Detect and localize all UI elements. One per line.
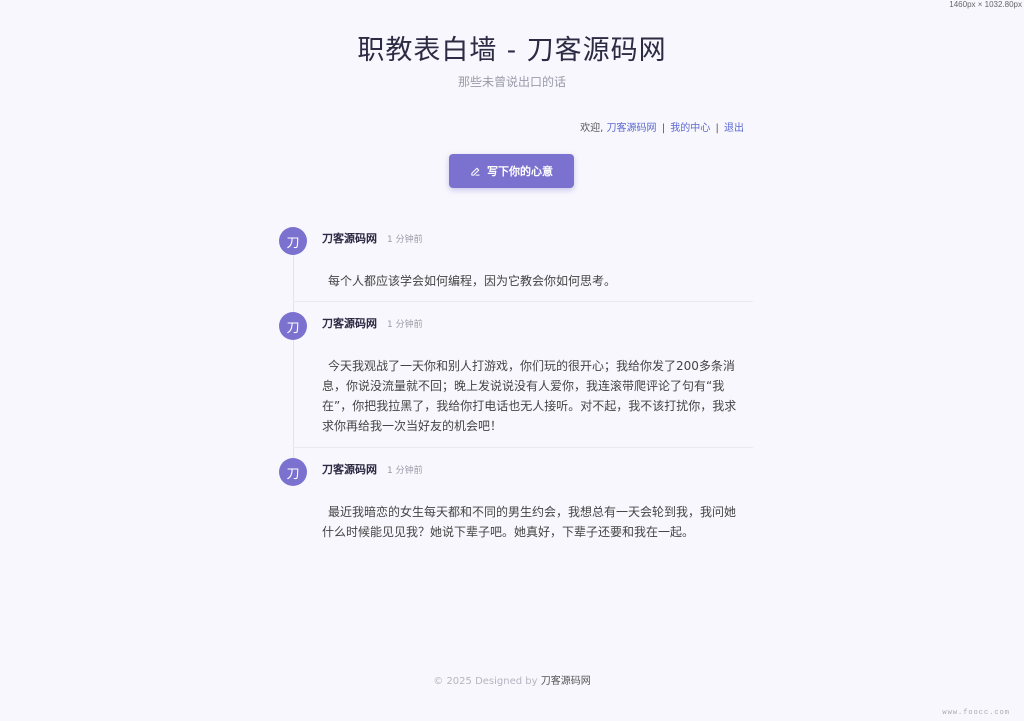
separator: | [715, 123, 719, 134]
post-content: 今天我观战了一天你和别人打游戏，你们玩的很开心；我给你发了200多条消息，你说没… [322, 359, 737, 433]
post-content: 最近我暗恋的女生每天都和不同的男生约会，我想总有一天会轮到我，我问她什么时候能见… [322, 505, 737, 539]
page-subtitle: 那些未曾说出口的话 [457, 75, 566, 89]
logout-link[interactable]: 退出 [724, 123, 744, 134]
my-center-link[interactable]: 我的中心 [670, 123, 710, 134]
post-content: 每个人都应该学会如何编程，因为它教会你如何思考。 [328, 274, 617, 288]
watermark-text: www.foocc.com [942, 709, 1010, 717]
avatar[interactable]: 刀 [279, 227, 307, 255]
username-link[interactable]: 刀客源码网 [607, 123, 657, 134]
avatar[interactable]: 刀 [279, 312, 307, 340]
pencil-icon [470, 166, 481, 177]
post-author[interactable]: 刀客源码网 [322, 230, 377, 246]
footer-brand: 刀客源码网 [540, 676, 591, 687]
write-button-label: 写下你的心意 [487, 165, 553, 178]
post-divider [293, 447, 753, 448]
post-time: 1 分钟前 [387, 235, 423, 245]
page-title: 职教表白墙 - 刀客源码网 [357, 35, 667, 66]
page: 1460px × 1032.80px 职教表白墙 - 刀客源码网 那些未曾说出口… [0, 0, 1024, 721]
user-bar: 欢迎, 刀客源码网 | 我的中心 | 退出 [580, 119, 744, 134]
separator: | [661, 123, 666, 134]
write-message-button[interactable]: 写下你的心意 [449, 154, 574, 188]
post-author[interactable]: 刀客源码网 [322, 461, 377, 477]
post-divider [293, 301, 753, 302]
post-time: 1 分钟前 [387, 466, 423, 476]
post-time: 1 分钟前 [387, 320, 423, 330]
timeline-line [293, 241, 294, 473]
footer: © 2025 Designed by 刀客源码网 [0, 672, 1024, 687]
footer-copyright: © 2025 Designed by [433, 676, 538, 687]
screen-size-label: 1460px × 1032.80px [949, 0, 1022, 9]
avatar[interactable]: 刀 [279, 458, 307, 486]
post-author[interactable]: 刀客源码网 [322, 315, 377, 331]
welcome-text: 欢迎, [580, 123, 604, 134]
